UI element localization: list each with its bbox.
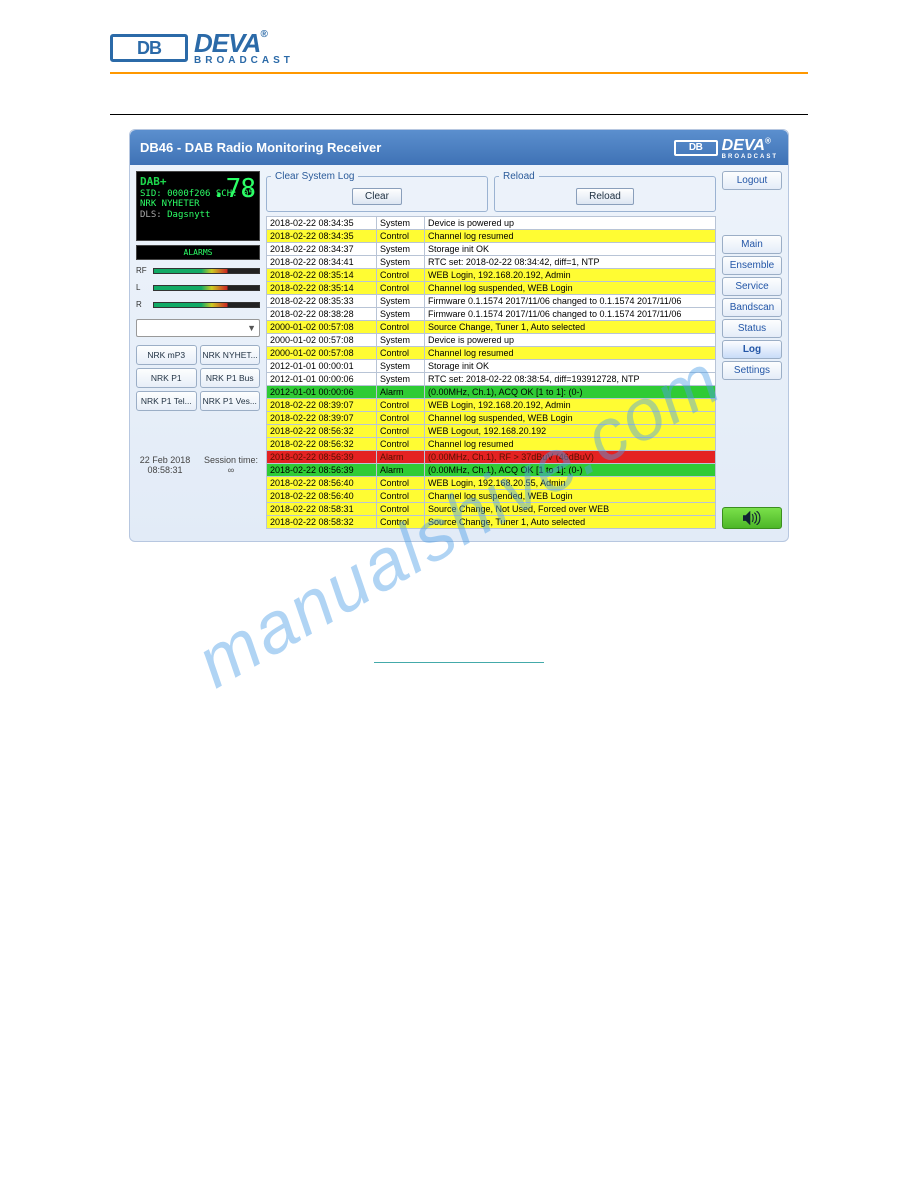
reload-button[interactable]: Reload bbox=[576, 188, 634, 205]
preset-button-2[interactable]: NRK P1 bbox=[136, 368, 197, 388]
reload-legend: Reload bbox=[499, 171, 539, 182]
nav-service[interactable]: Service bbox=[722, 277, 782, 296]
clear-log-legend: Clear System Log bbox=[271, 171, 358, 182]
divider-orange bbox=[110, 72, 808, 74]
logo-mark: DB bbox=[110, 34, 188, 62]
header-deva: DEVA bbox=[722, 137, 765, 154]
page-logo: DB DEVA® BROADCAST bbox=[110, 30, 808, 66]
log-row: 2018-02-22 08:56:39Alarm(0.00MHz, Ch.1),… bbox=[267, 451, 716, 464]
log-row: 2018-02-22 08:34:35SystemDevice is power… bbox=[267, 217, 716, 230]
vu-l-label: L bbox=[136, 283, 150, 292]
log-row: 2018-02-22 08:34:37SystemStorage init OK bbox=[267, 243, 716, 256]
session-value: ∞ bbox=[202, 465, 260, 475]
vu-r-label: R bbox=[136, 300, 150, 309]
log-row: 2018-02-22 08:35:14ControlWEB Login, 192… bbox=[267, 269, 716, 282]
lcd-panel: DAB+ .78 SID: 0000f206 SCH: 05 NRK NYHET… bbox=[136, 171, 260, 241]
clear-log-panel: Clear System Log Clear bbox=[266, 171, 488, 212]
nav-log[interactable]: Log bbox=[722, 340, 782, 359]
log-row: 2018-02-22 08:56:32ControlChannel log re… bbox=[267, 438, 716, 451]
header-logo: DB DEVA® BROADCAST bbox=[674, 136, 778, 159]
logo-deva: DEVA bbox=[194, 28, 260, 58]
log-row: 2018-02-22 08:34:35ControlChannel log re… bbox=[267, 230, 716, 243]
page-link-underline bbox=[374, 662, 544, 663]
preset-button-1[interactable]: NRK NYHET... bbox=[200, 345, 261, 365]
app-header: DB46 - DAB Radio Monitoring Receiver DB … bbox=[130, 130, 788, 165]
footer-time: 08:58:31 bbox=[136, 465, 194, 475]
logout-button[interactable]: Logout bbox=[722, 171, 782, 190]
clear-button[interactable]: Clear bbox=[352, 188, 402, 205]
log-row: 2012-01-01 00:00:06SystemRTC set: 2018-0… bbox=[267, 373, 716, 386]
log-row: 2018-02-22 08:39:07ControlWEB Login, 192… bbox=[267, 399, 716, 412]
alarms-panel: ALARMS bbox=[136, 245, 260, 260]
header-sub: BROADCAST bbox=[722, 155, 778, 160]
vu-l-bar bbox=[153, 285, 260, 291]
logo-reg: ® bbox=[260, 29, 266, 40]
log-row: 2018-02-22 08:56:39Alarm(0.00MHz, Ch.1),… bbox=[267, 464, 716, 477]
divider-black bbox=[110, 114, 808, 115]
log-row: 2018-02-22 08:58:32ControlSource Change,… bbox=[267, 516, 716, 529]
log-row: 2000-01-02 00:57:08SystemDevice is power… bbox=[267, 334, 716, 347]
app-window: DB46 - DAB Radio Monitoring Receiver DB … bbox=[129, 129, 789, 542]
lcd-bignum: .78 bbox=[211, 174, 255, 205]
footer-date: 22 Feb 2018 bbox=[136, 455, 194, 465]
lcd-dls-label: DLS: bbox=[140, 210, 162, 220]
log-table: 2018-02-22 08:34:35SystemDevice is power… bbox=[266, 216, 716, 529]
preset-button-0[interactable]: NRK mP3 bbox=[136, 345, 197, 365]
log-row: 2012-01-01 00:00:06Alarm(0.00MHz, Ch.1),… bbox=[267, 386, 716, 399]
log-row: 2018-02-22 08:38:28SystemFirmware 0.1.15… bbox=[267, 308, 716, 321]
sound-button[interactable] bbox=[722, 507, 782, 529]
speaker-icon bbox=[743, 511, 761, 525]
log-row: 2018-02-22 08:56:32ControlWEB Logout, 19… bbox=[267, 425, 716, 438]
channel-dropdown[interactable]: ▼ bbox=[136, 319, 260, 337]
log-row: 2000-01-02 00:57:08ControlChannel log re… bbox=[267, 347, 716, 360]
log-row: 2018-02-22 08:56:40ControlWEB Login, 192… bbox=[267, 477, 716, 490]
session-label: Session time: bbox=[202, 455, 260, 465]
log-row: 2000-01-02 00:57:08ControlSource Change,… bbox=[267, 321, 716, 334]
log-row: 2018-02-22 08:35:33SystemFirmware 0.1.15… bbox=[267, 295, 716, 308]
log-row: 2018-02-22 08:58:31ControlSource Change,… bbox=[267, 503, 716, 516]
vu-r-bar bbox=[153, 302, 260, 308]
chevron-down-icon: ▼ bbox=[247, 323, 256, 333]
preset-button-4[interactable]: NRK P1 Tel... bbox=[136, 391, 197, 411]
app-title: DB46 - DAB Radio Monitoring Receiver bbox=[140, 140, 381, 155]
nav-status[interactable]: Status bbox=[722, 319, 782, 338]
log-row: 2018-02-22 08:35:14ControlChannel log su… bbox=[267, 282, 716, 295]
vu-rf-bar bbox=[153, 268, 260, 274]
nav-main[interactable]: Main bbox=[722, 235, 782, 254]
reload-panel: Reload Reload bbox=[494, 171, 716, 212]
vu-rf-label: RF bbox=[136, 266, 150, 275]
logo-sub: BROADCAST bbox=[194, 56, 294, 66]
preset-button-3[interactable]: NRK P1 Bus bbox=[200, 368, 261, 388]
lcd-dls-value: Dagsnytt bbox=[167, 210, 210, 220]
log-row: 2018-02-22 08:39:07ControlChannel log su… bbox=[267, 412, 716, 425]
log-row: 2018-02-22 08:56:40ControlChannel log su… bbox=[267, 490, 716, 503]
log-row: 2012-01-01 00:00:01SystemStorage init OK bbox=[267, 360, 716, 373]
header-logo-mark: DB bbox=[674, 140, 718, 156]
preset-button-5[interactable]: NRK P1 Ves... bbox=[200, 391, 261, 411]
header-reg: ® bbox=[765, 136, 771, 145]
nav-bandscan[interactable]: Bandscan bbox=[722, 298, 782, 317]
nav-settings[interactable]: Settings bbox=[722, 361, 782, 380]
nav-ensemble[interactable]: Ensemble bbox=[722, 256, 782, 275]
log-row: 2018-02-22 08:34:41SystemRTC set: 2018-0… bbox=[267, 256, 716, 269]
